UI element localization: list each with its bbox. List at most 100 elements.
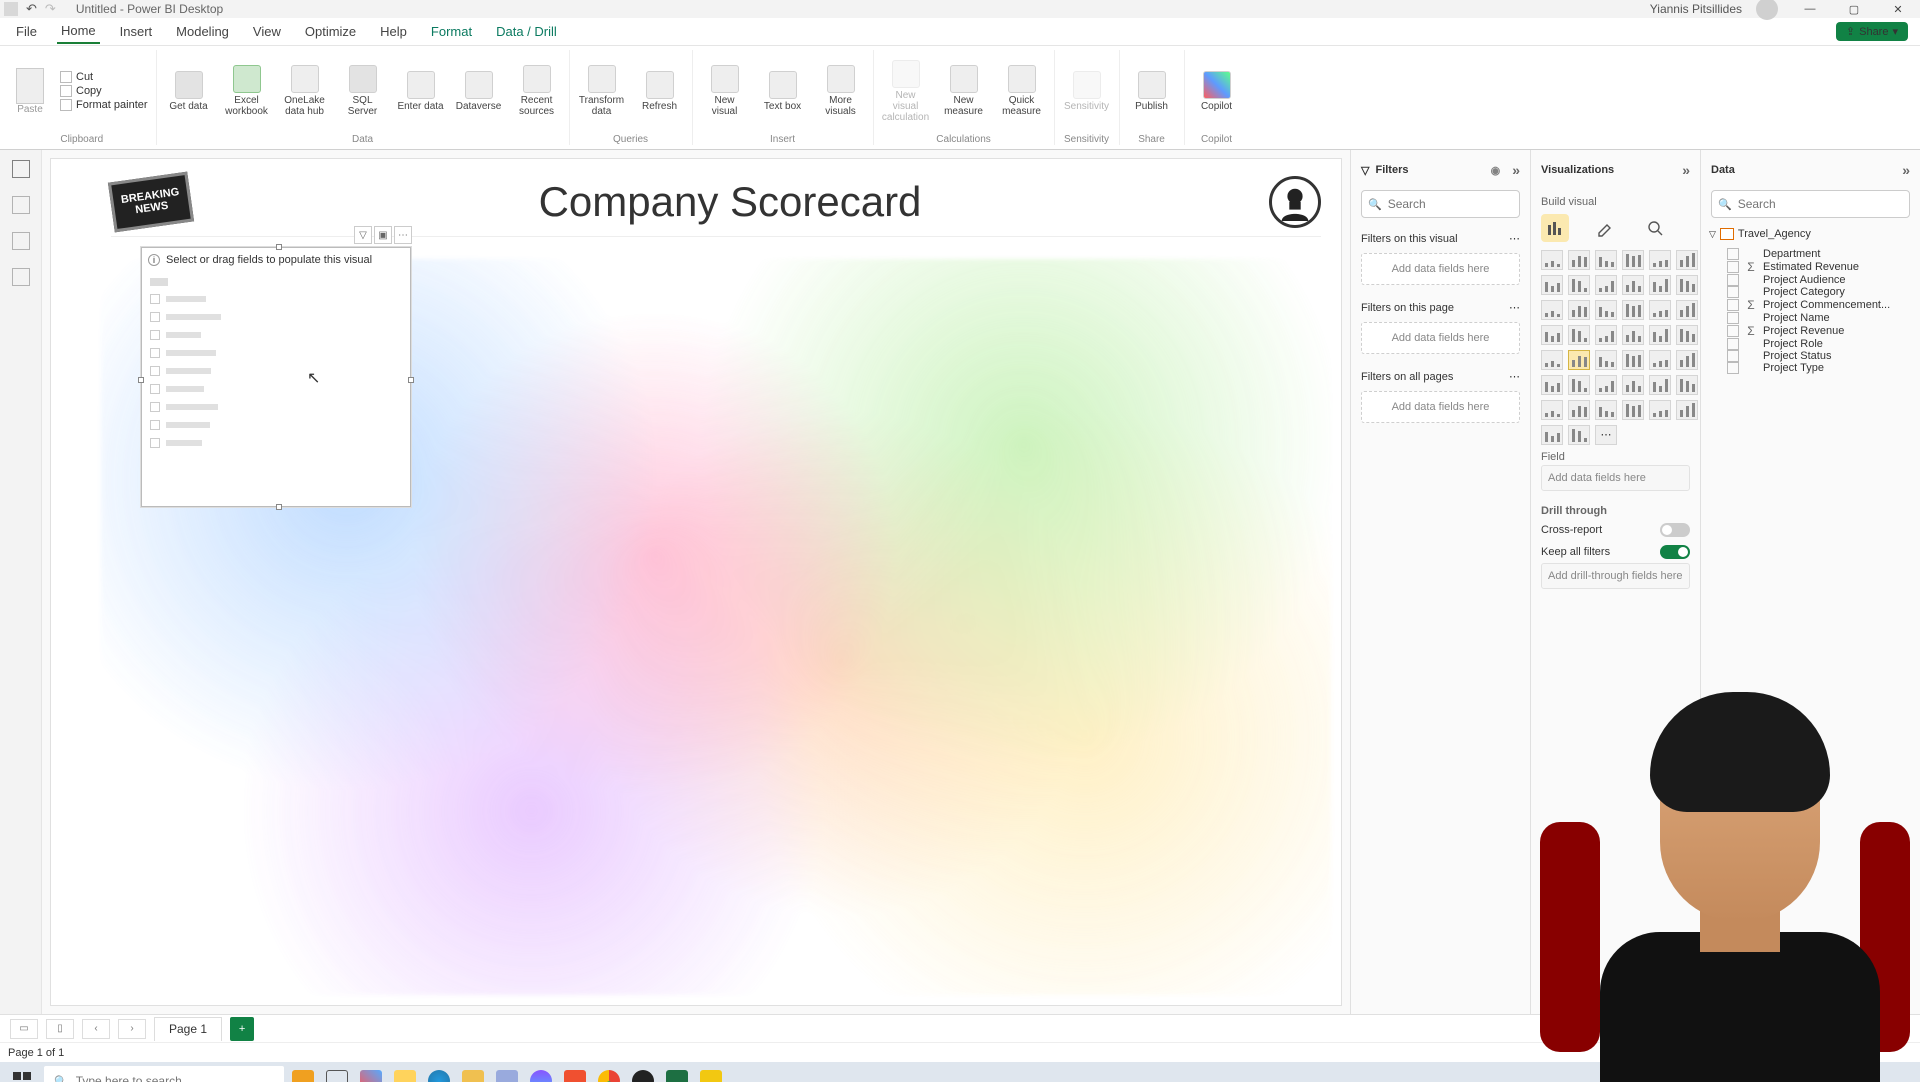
tab-home[interactable]: Home <box>57 19 100 44</box>
field-item[interactable]: ΣProject Commencement... <box>1709 298 1912 312</box>
collapse-viz-icon[interactable]: » <box>1682 162 1690 178</box>
viz-type-36[interactable] <box>1541 400 1563 420</box>
format-mode-button[interactable] <box>1591 214 1619 242</box>
model-view-icon[interactable] <box>12 232 30 250</box>
start-button[interactable] <box>4 1065 40 1082</box>
report-canvas[interactable]: BREAKING NEWS Company Scorecard ▽ ▣ ⋯ i … <box>50 158 1342 1006</box>
viz-type-9[interactable] <box>1622 275 1644 295</box>
viz-type-17[interactable] <box>1676 300 1698 320</box>
viz-type-29[interactable] <box>1676 350 1698 370</box>
checkbox[interactable] <box>1727 362 1739 374</box>
tab-format[interactable]: Format <box>427 20 476 43</box>
dax-view-icon[interactable] <box>12 268 30 286</box>
table-view-icon[interactable] <box>12 196 30 214</box>
viz-type-19[interactable] <box>1568 325 1590 345</box>
viz-type-20[interactable] <box>1595 325 1617 345</box>
cut-button[interactable]: Cut <box>60 71 93 83</box>
text-box-button[interactable]: Text box <box>759 71 807 112</box>
recent-sources-button[interactable]: Recent sources <box>513 65 561 117</box>
viz-type-11[interactable] <box>1676 275 1698 295</box>
viz-type-8[interactable] <box>1595 275 1617 295</box>
slicer-visual[interactable]: ▽ ▣ ⋯ i Select or drag fields to populat… <box>141 247 411 507</box>
tab-datadrill[interactable]: Data / Drill <box>492 20 561 43</box>
minimize-button[interactable]: — <box>1792 0 1828 18</box>
copilot-button[interactable]: Copilot <box>1193 71 1241 112</box>
prev-page-button[interactable]: ‹ <box>82 1019 110 1039</box>
onelake-button[interactable]: OneLake data hub <box>281 65 329 117</box>
new-measure-button[interactable]: New measure <box>940 65 988 117</box>
data-search[interactable]: 🔍 <box>1711 190 1910 218</box>
viz-type-34[interactable] <box>1649 375 1671 395</box>
tab-insert[interactable]: Insert <box>116 20 157 43</box>
checkbox[interactable] <box>1727 350 1739 362</box>
viz-type-22[interactable] <box>1649 325 1671 345</box>
tab-modeling[interactable]: Modeling <box>172 20 233 43</box>
checkbox[interactable] <box>1727 261 1739 273</box>
quick-measure-button[interactable]: Quick measure <box>998 65 1046 117</box>
ellipsis-icon[interactable]: ⋯ <box>1509 370 1520 383</box>
filters-search-input[interactable] <box>1388 197 1543 211</box>
field-item[interactable]: ΣEstimated Revenue <box>1709 260 1912 274</box>
viz-type-41[interactable] <box>1676 400 1698 420</box>
filters-visual-well[interactable]: Add data fields here <box>1361 253 1520 285</box>
viz-type-4[interactable] <box>1649 250 1671 270</box>
viz-type-12[interactable] <box>1541 300 1563 320</box>
viz-type-30[interactable] <box>1541 375 1563 395</box>
build-mode-button[interactable] <box>1541 214 1569 242</box>
field-item[interactable]: Project Audience <box>1709 274 1912 286</box>
analytics-mode-button[interactable] <box>1641 214 1669 242</box>
tab-file[interactable]: File <box>12 20 41 43</box>
viz-type-18[interactable] <box>1541 325 1563 345</box>
filters-page-well[interactable]: Add data fields here <box>1361 322 1520 354</box>
viz-type-42[interactable] <box>1541 425 1563 445</box>
desktop-layout-button[interactable]: ▭ <box>10 1019 38 1039</box>
more-visuals-button[interactable]: More visuals <box>817 65 865 117</box>
visual-filter-icon[interactable]: ▽ <box>354 226 372 244</box>
publish-button[interactable]: Publish <box>1128 71 1176 112</box>
tab-view[interactable]: View <box>249 20 285 43</box>
field-item[interactable]: Project Type <box>1709 362 1912 374</box>
viz-type-15[interactable] <box>1622 300 1644 320</box>
checkbox[interactable] <box>1727 274 1739 286</box>
viz-type-35[interactable] <box>1676 375 1698 395</box>
viz-type-14[interactable] <box>1595 300 1617 320</box>
report-view-icon[interactable] <box>12 160 30 178</box>
collapse-data-icon[interactable]: » <box>1902 162 1910 178</box>
viz-more-button[interactable]: ⋯ <box>1595 425 1617 445</box>
checkbox[interactable] <box>1727 248 1739 260</box>
new-visual-button[interactable]: New visual <box>701 65 749 117</box>
get-data-button[interactable]: Get data <box>165 71 213 112</box>
viz-type-37[interactable] <box>1568 400 1590 420</box>
keep-filters-toggle[interactable]: On <box>1660 545 1690 559</box>
field-well[interactable]: Add data fields here <box>1541 465 1690 491</box>
field-item[interactable]: ΣProject Revenue <box>1709 324 1912 338</box>
tab-help[interactable]: Help <box>376 20 411 43</box>
enter-data-button[interactable]: Enter data <box>397 71 445 112</box>
viz-type-0[interactable] <box>1541 250 1563 270</box>
viz-type-26[interactable] <box>1595 350 1617 370</box>
viz-type-28[interactable] <box>1649 350 1671 370</box>
tab-optimize[interactable]: Optimize <box>301 20 360 43</box>
field-item[interactable]: Project Category <box>1709 286 1912 298</box>
user-avatar[interactable] <box>1756 0 1778 20</box>
viz-type-2[interactable] <box>1595 250 1617 270</box>
format-painter-button[interactable]: Format painter <box>60 99 148 111</box>
eye-icon[interactable]: ◉ <box>1491 164 1501 177</box>
user-name[interactable]: Yiannis Pitsillides <box>1650 2 1742 16</box>
visual-focus-icon[interactable]: ▣ <box>374 226 392 244</box>
cross-report-toggle[interactable]: Off <box>1660 523 1690 537</box>
visual-more-icon[interactable]: ⋯ <box>394 226 412 244</box>
viz-type-1[interactable] <box>1568 250 1590 270</box>
filters-search[interactable]: 🔍 <box>1361 190 1520 218</box>
checkbox[interactable] <box>1727 286 1739 298</box>
maximize-button[interactable]: ▢ <box>1836 0 1872 18</box>
viz-type-6[interactable] <box>1541 275 1563 295</box>
ellipsis-icon[interactable]: ⋯ <box>1509 301 1520 314</box>
excel-button[interactable]: Excel workbook <box>223 65 271 117</box>
paste-button[interactable]: Paste <box>16 68 44 115</box>
viz-type-38[interactable] <box>1595 400 1617 420</box>
viz-type-43[interactable] <box>1568 425 1590 445</box>
share-button[interactable]: ⇪ Share ▾ <box>1836 22 1908 41</box>
checkbox[interactable] <box>1727 325 1739 337</box>
viz-type-31[interactable] <box>1568 375 1590 395</box>
